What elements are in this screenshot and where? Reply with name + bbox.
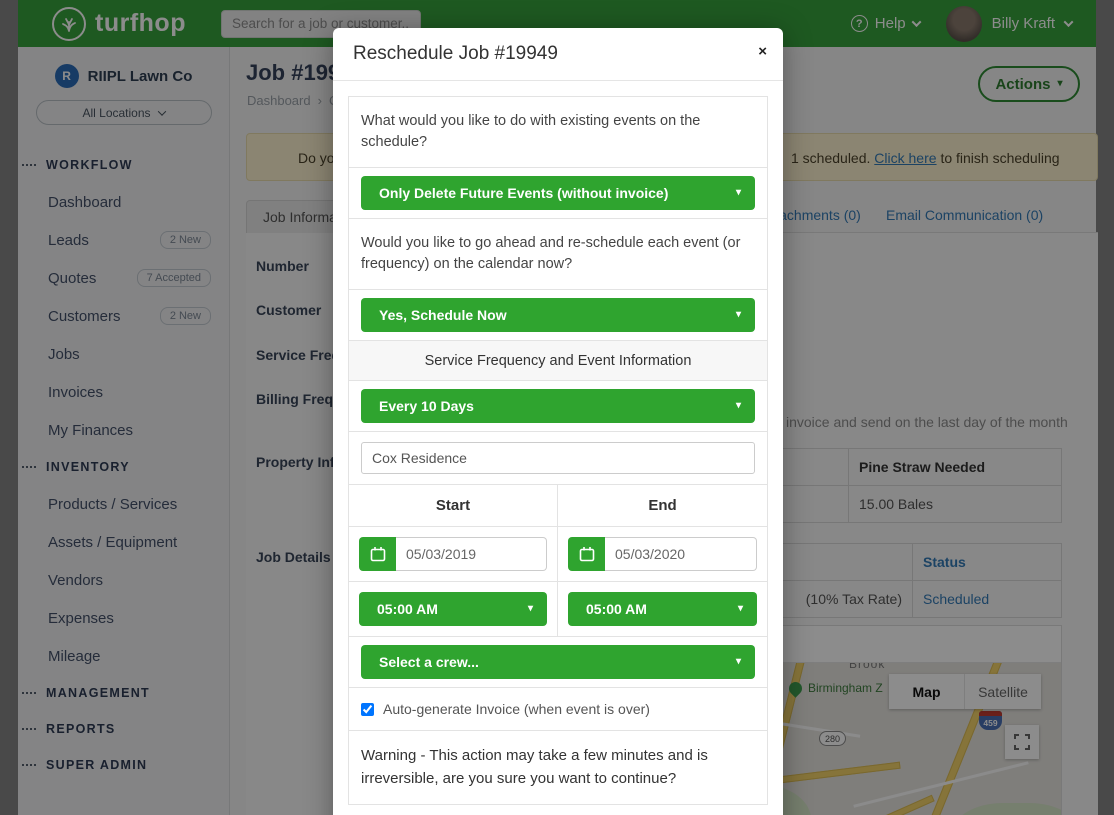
start-time-dropdown[interactable]: 05:00 AM ▾ (359, 592, 547, 626)
caret-down-icon: ▾ (736, 657, 741, 667)
existing-events-question: What would you like to do with existing … (349, 97, 767, 168)
start-date-input[interactable] (396, 537, 547, 571)
auto-generate-invoice-label: Auto-generate Invoice (when event is ove… (383, 701, 650, 717)
end-column-header: End (558, 485, 767, 526)
close-icon[interactable]: × (758, 44, 767, 59)
caret-down-icon: ▾ (736, 401, 741, 411)
modal-body: What would you like to do with existing … (333, 81, 783, 815)
end-time-dropdown[interactable]: 05:00 AM ▾ (568, 592, 757, 626)
dropdown-value: 05:00 AM (586, 601, 647, 617)
warning-text: Warning - This action may take a few min… (349, 731, 767, 804)
caret-down-icon: ▾ (528, 604, 533, 614)
calendar-icon (579, 546, 595, 562)
modal-title: Reschedule Job #19949 (353, 43, 558, 65)
dropdown-value: Only Delete Future Events (without invoi… (379, 185, 668, 201)
reschedule-job-modal: Reschedule Job #19949 × What would you l… (333, 28, 783, 815)
start-date-calendar-button[interactable] (359, 537, 396, 571)
dropdown-value: Select a crew... (379, 654, 479, 670)
crew-dropdown[interactable]: Select a crew... ▾ (361, 645, 755, 679)
caret-down-icon: ▾ (736, 310, 741, 320)
dropdown-value: Yes, Schedule Now (379, 307, 507, 323)
start-column-header: Start (349, 485, 558, 526)
frequency-dropdown[interactable]: Every 10 Days ▾ (361, 389, 755, 423)
modal-form: What would you like to do with existing … (348, 96, 768, 805)
calendar-icon (370, 546, 386, 562)
end-date-input[interactable] (605, 537, 757, 571)
existing-events-dropdown[interactable]: Only Delete Future Events (without invoi… (361, 176, 755, 210)
dropdown-value: 05:00 AM (377, 601, 438, 617)
end-date-calendar-button[interactable] (568, 537, 605, 571)
auto-generate-invoice-checkbox[interactable] (361, 703, 374, 716)
job-name-input[interactable] (361, 442, 755, 474)
reschedule-now-question: Would you like to go ahead and re-schedu… (349, 219, 767, 290)
dropdown-value: Every 10 Days (379, 398, 474, 414)
app-canvas: turfhop ? Help Billy Kraft R RIIPL Lawn … (0, 0, 1114, 815)
schedule-now-dropdown[interactable]: Yes, Schedule Now ▾ (361, 298, 755, 332)
caret-down-icon: ▾ (738, 604, 743, 614)
service-frequency-section-header: Service Frequency and Event Information (349, 341, 767, 381)
caret-down-icon: ▾ (736, 188, 741, 198)
modal-header: Reschedule Job #19949 × (333, 28, 783, 81)
